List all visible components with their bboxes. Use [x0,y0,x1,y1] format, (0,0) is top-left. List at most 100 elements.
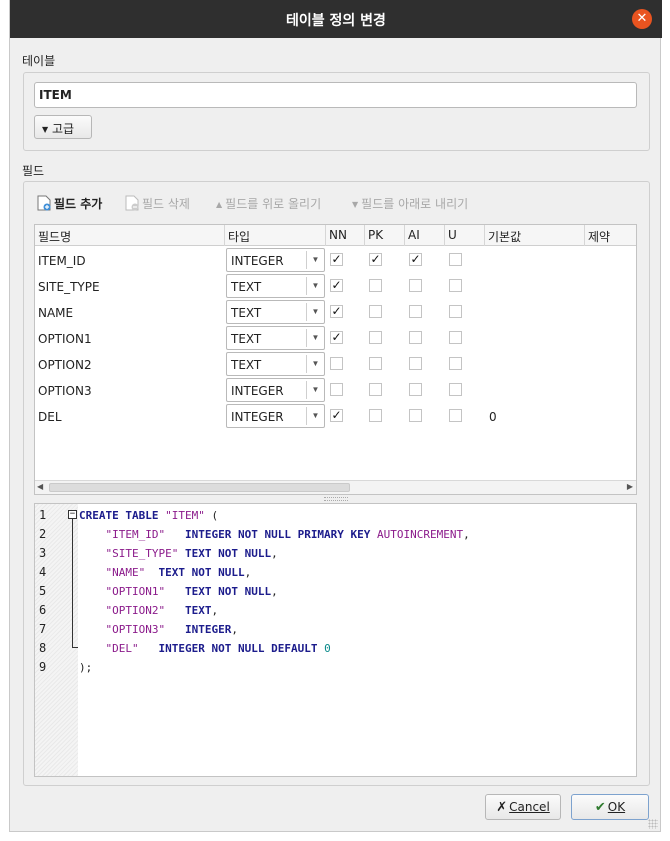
field-type-select[interactable]: INTEGER ▼ [226,378,325,402]
title-bar[interactable]: 테이블 정의 변경 ✕ [10,0,662,38]
table-row[interactable]: OPTION1 TEXT ▼ ✓ [35,325,636,351]
field-type-select[interactable]: INTEGER ▼ [226,404,325,428]
code-token: INTEGER NOT NULL DEFAULT [158,642,325,655]
ai-checkbox[interactable] [409,383,422,396]
pk-checkbox[interactable]: ✓ [369,253,382,266]
remove-field-label: 필드 삭제 [142,197,190,211]
field-name-cell[interactable]: NAME [38,306,73,320]
horizontal-scrollbar[interactable]: ◀ ▶ [35,480,636,494]
field-name-cell[interactable]: ITEM_ID [38,254,86,268]
fold-toggle-icon[interactable]: − [68,510,77,519]
u-checkbox[interactable] [449,305,462,318]
field-name-cell[interactable]: OPTION1 [38,332,92,346]
cancel-button[interactable]: ✗ Cancel [485,794,561,820]
nn-checkbox[interactable]: ✓ [330,279,343,292]
nn-checkbox[interactable] [330,357,343,370]
code-token: , [231,623,238,636]
field-type-select[interactable]: INTEGER ▼ [226,248,325,272]
scrollbar-thumb[interactable] [49,483,350,492]
u-checkbox[interactable] [449,357,462,370]
u-checkbox[interactable] [449,279,462,292]
pk-checkbox[interactable] [369,305,382,318]
nn-checkbox[interactable]: ✓ [330,253,343,266]
u-checkbox[interactable] [449,331,462,344]
field-type-select[interactable]: TEXT ▼ [226,326,325,350]
splitter-handle[interactable] [324,497,348,501]
ai-checkbox[interactable] [409,357,422,370]
pk-checkbox[interactable] [369,357,382,370]
code-line: "SITE_TYPE" TEXT NOT NULL, [79,547,278,560]
field-name-cell[interactable]: SITE_TYPE [38,280,100,294]
u-checkbox[interactable] [449,253,462,266]
move-down-button[interactable]: ▼ 필드를 아래로 내리기 [352,195,468,212]
code-token: , [463,528,470,541]
nn-checkbox[interactable]: ✓ [330,409,343,422]
fields-table[interactable]: 필드명 타입 NN PK AI U 기본값 제약 ITEM_ID INTEGER ▼… [34,224,637,495]
field-type-select[interactable]: TEXT ▼ [226,274,325,298]
column-header-u[interactable]: U [445,225,485,246]
code-line: "OPTION1" TEXT NOT NULL, [79,585,278,598]
field-type-select[interactable]: TEXT ▼ [226,300,325,324]
dropdown-arrow-icon[interactable]: ▼ [306,355,324,373]
table-row[interactable]: SITE_TYPE TEXT ▼ ✓ [35,273,636,299]
column-header-name[interactable]: 필드명 [35,225,225,246]
column-header-type[interactable]: 타입 [225,225,326,246]
field-name-cell[interactable]: OPTION2 [38,358,92,372]
nn-checkbox[interactable]: ✓ [330,331,343,344]
dropdown-arrow-icon[interactable]: ▼ [306,381,324,399]
close-button[interactable]: ✕ [632,9,652,29]
scroll-left-icon[interactable]: ◀ [37,482,43,491]
code-token: ); [79,661,93,674]
move-up-button[interactable]: ▲ 필드를 위로 올리기 [216,195,321,212]
table-row[interactable]: ITEM_ID INTEGER ▼ ✓ ✓ ✓ [35,247,636,273]
column-header-nn[interactable]: NN [326,225,365,246]
code-line: "OPTION2" TEXT, [79,604,219,617]
column-header-pk[interactable]: PK [365,225,405,246]
ai-checkbox[interactable] [409,305,422,318]
close-icon: ✕ [636,11,648,26]
dropdown-arrow-icon[interactable]: ▼ [306,303,324,321]
code-token: "SITE_TYPE" [105,547,179,560]
ai-checkbox[interactable] [409,331,422,344]
ai-checkbox[interactable]: ✓ [409,253,422,266]
table-row[interactable]: DEL INTEGER ▼ ✓ 0 [35,403,636,429]
advanced-button[interactable]: ▼ 고급 [34,115,92,139]
add-field-button[interactable]: 필드 추가 [37,195,102,214]
table-row[interactable]: OPTION3 INTEGER ▼ [35,377,636,403]
nn-checkbox[interactable]: ✓ [330,305,343,318]
pk-checkbox[interactable] [369,383,382,396]
table-row[interactable]: OPTION2 TEXT ▼ [35,351,636,377]
code-token: "OPTION3" [105,623,166,636]
scroll-right-icon[interactable]: ▶ [627,482,633,491]
code-token: "ITEM" [165,509,205,522]
table-row[interactable]: NAME TEXT ▼ ✓ [35,299,636,325]
dropdown-arrow-icon[interactable]: ▼ [306,407,324,425]
ai-checkbox[interactable] [409,409,422,422]
field-name-cell[interactable]: DEL [38,410,62,424]
pk-checkbox[interactable] [369,409,382,422]
dropdown-arrow-icon[interactable]: ▼ [306,329,324,347]
pk-checkbox[interactable] [369,279,382,292]
nn-checkbox[interactable] [330,383,343,396]
pk-checkbox[interactable] [369,331,382,344]
default-value-cell[interactable]: 0 [489,410,497,424]
dropdown-arrow-icon[interactable]: ▼ [306,251,324,269]
column-header-constraint[interactable]: 제약 [585,225,636,246]
remove-field-button[interactable]: 필드 삭제 [125,195,190,214]
code-token: TEXT [184,604,212,617]
dropdown-arrow-icon[interactable]: ▼ [306,277,324,295]
table-group: ITEM ▼ 고급 [23,72,650,151]
table-name-input[interactable]: ITEM [34,82,637,108]
column-header-ai[interactable]: AI [405,225,445,246]
ok-button[interactable]: ✔ OK [571,794,649,820]
sql-preview-editor[interactable]: 1 2 3 4 5 6 7 8 9 − CREATE TABLE "ITEM" ( "ITEM_… [34,503,637,777]
resize-grip[interactable] [648,819,658,829]
u-checkbox[interactable] [449,383,462,396]
column-header-default[interactable]: 기본값 [485,225,585,246]
field-type-select[interactable]: TEXT ▼ [226,352,325,376]
ai-checkbox[interactable] [409,279,422,292]
u-checkbox[interactable] [449,409,462,422]
field-name-cell[interactable]: OPTION3 [38,384,92,398]
